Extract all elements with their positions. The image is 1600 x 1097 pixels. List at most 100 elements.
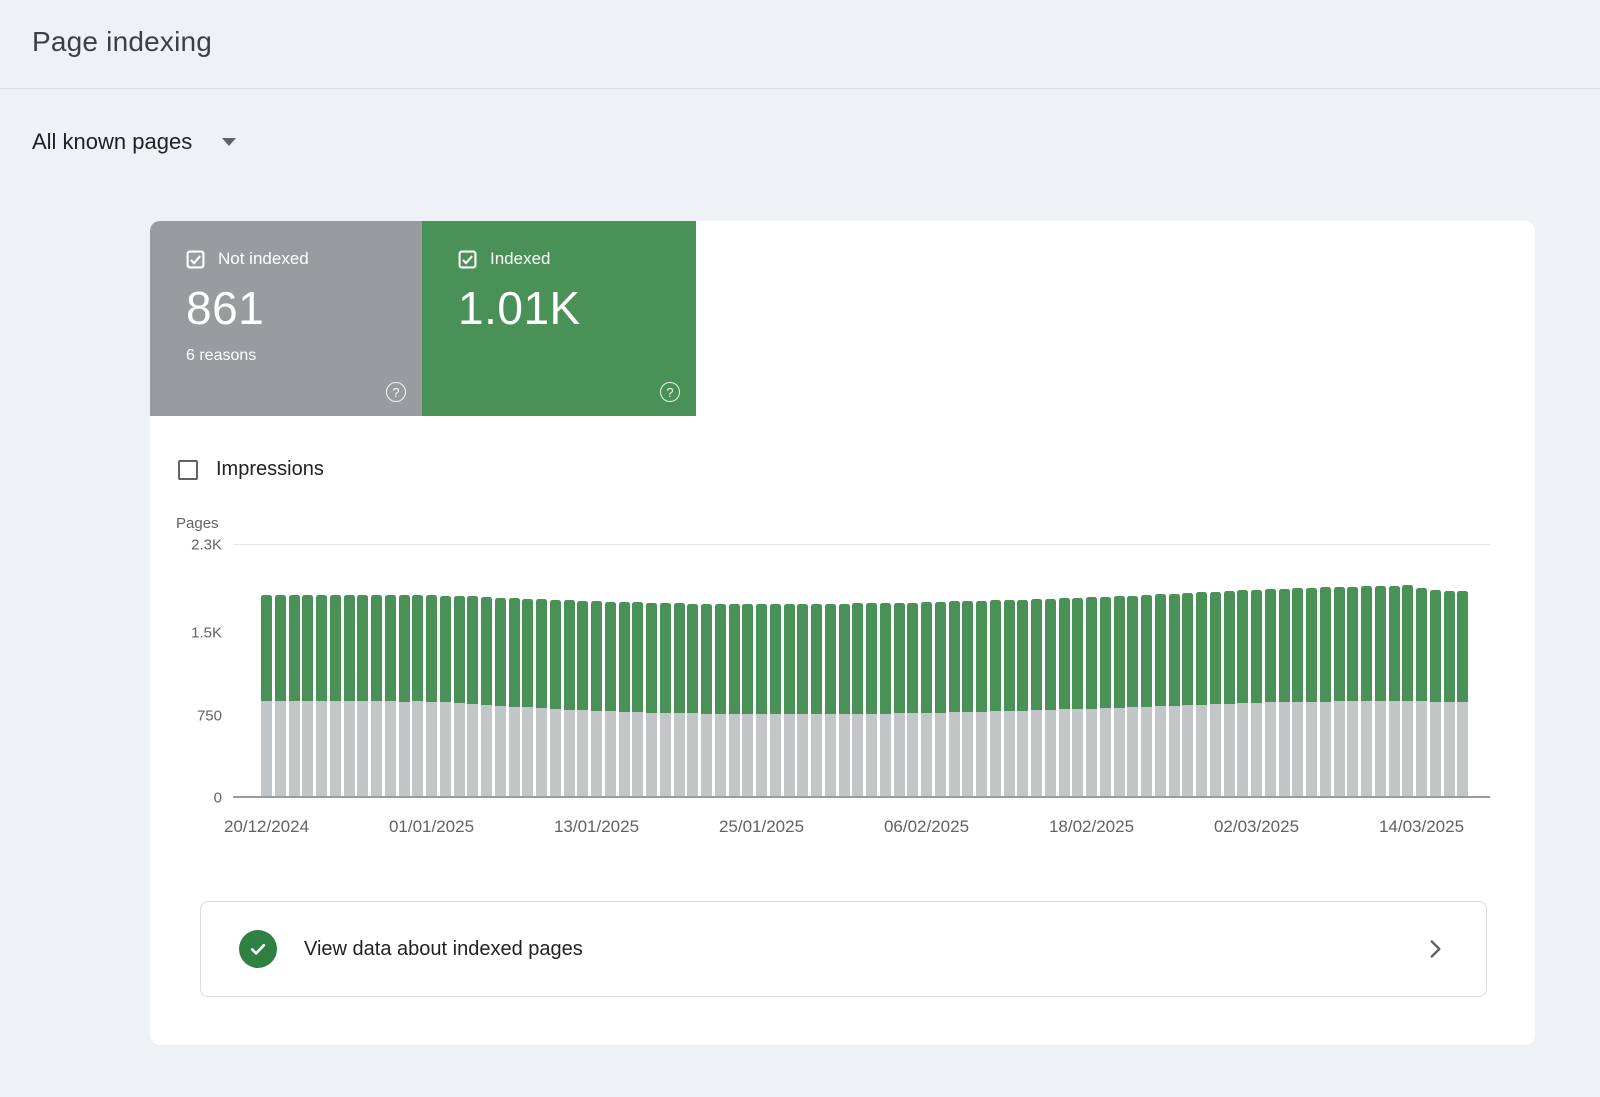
- bar-2: [289, 595, 300, 797]
- bar-segment-indexed: [1430, 590, 1441, 702]
- bar-39: [797, 604, 808, 797]
- bar-segment-not-indexed: [344, 701, 355, 797]
- tile-not-indexed[interactable]: Not indexed 861 6 reasons ?: [150, 221, 422, 416]
- bar-segment-indexed: [839, 604, 850, 714]
- bar-35: [742, 604, 753, 797]
- bar-segment-not-indexed: [509, 707, 520, 797]
- bar-0: [261, 595, 272, 797]
- help-icon[interactable]: ?: [660, 382, 680, 402]
- bar-43: [852, 603, 863, 797]
- help-icon[interactable]: ?: [386, 382, 406, 402]
- bar-segment-indexed: [481, 597, 492, 705]
- bar-segment-not-indexed: [894, 713, 905, 797]
- bar-45: [880, 603, 891, 797]
- bar-17: [495, 598, 506, 797]
- bar-segment-indexed: [1402, 585, 1413, 701]
- bar-7: [357, 595, 368, 797]
- bar-segment-indexed: [1155, 594, 1166, 706]
- bar-segment-not-indexed: [1210, 704, 1221, 797]
- x-tick-label: 01/01/2025: [389, 817, 474, 837]
- bar-segment-not-indexed: [1169, 706, 1180, 797]
- bar-3: [302, 595, 313, 797]
- bar-24: [591, 601, 602, 797]
- bar-segment-not-indexed: [687, 713, 698, 797]
- bar-segment-indexed: [289, 595, 300, 701]
- bar-segment-not-indexed: [1320, 702, 1331, 797]
- bar-segment-not-indexed: [1251, 703, 1262, 797]
- bar-segment-not-indexed: [1114, 708, 1125, 797]
- y-tick-label: 0: [176, 790, 222, 807]
- bar-segment-not-indexed: [660, 713, 671, 797]
- bar-segment-not-indexed: [591, 711, 602, 797]
- bar-segment-not-indexed: [1416, 701, 1427, 797]
- bar-87: [1457, 591, 1468, 797]
- bar-29: [660, 603, 671, 797]
- bar-segment-indexed: [990, 600, 1001, 711]
- bar-75: [1292, 588, 1303, 797]
- bar-segment-not-indexed: [784, 714, 795, 797]
- bar-segment-not-indexed: [1086, 709, 1097, 797]
- bar-40: [811, 604, 822, 797]
- bar-61: [1100, 597, 1111, 797]
- bar-77: [1320, 587, 1331, 797]
- bar-segment-not-indexed: [440, 702, 451, 797]
- bar-segment-not-indexed: [935, 713, 946, 797]
- impressions-toggle[interactable]: Impressions: [178, 458, 1535, 481]
- bar-78: [1334, 587, 1345, 797]
- bar-segment-not-indexed: [825, 714, 836, 797]
- bar-segment-not-indexed: [907, 713, 918, 797]
- bar-76: [1306, 588, 1317, 797]
- bar-segment-not-indexed: [1347, 701, 1358, 797]
- impressions-checkbox[interactable]: [178, 460, 198, 480]
- tile-indexed-value: 1.01K: [458, 281, 676, 335]
- bar-segment-not-indexed: [756, 714, 767, 797]
- bar-segment-indexed: [1031, 599, 1042, 710]
- bar-segment-not-indexed: [275, 701, 286, 797]
- bar-segment-indexed: [674, 603, 685, 713]
- bar-segment-indexed: [894, 603, 905, 714]
- bar-segment-not-indexed: [1444, 702, 1455, 797]
- bar-segment-indexed: [729, 604, 740, 714]
- view-indexed-data-label: View data about indexed pages: [304, 938, 583, 961]
- tile-not-indexed-label: Not indexed: [218, 249, 309, 269]
- bar-segment-not-indexed: [1017, 711, 1028, 797]
- page-filter-dropdown[interactable]: All known pages: [32, 129, 236, 155]
- x-tick-label: 02/03/2025: [1214, 817, 1299, 837]
- bar-segment-indexed: [811, 604, 822, 714]
- bar-segment-not-indexed: [1265, 702, 1276, 797]
- bar-segment-indexed: [522, 599, 533, 708]
- bar-segment-indexed: [261, 595, 272, 701]
- bar-segment-indexed: [632, 602, 643, 712]
- bar-segment-not-indexed: [1375, 701, 1386, 797]
- bar-segment-not-indexed: [880, 714, 891, 797]
- tile-not-indexed-header: Not indexed: [186, 249, 402, 269]
- bar-segment-not-indexed: [426, 702, 437, 797]
- bar-segment-not-indexed: [385, 701, 396, 797]
- bar-53: [990, 600, 1001, 797]
- bar-segment-not-indexed: [866, 714, 877, 797]
- tile-indexed-label: Indexed: [490, 249, 551, 269]
- bar-segment-indexed: [1196, 592, 1207, 704]
- bar-segment-not-indexed: [619, 712, 630, 797]
- bar-21: [550, 600, 561, 797]
- bar-segment-not-indexed: [839, 714, 850, 797]
- bar-segment-not-indexed: [1292, 702, 1303, 797]
- bar-segment-not-indexed: [921, 713, 932, 797]
- view-indexed-data-button[interactable]: View data about indexed pages: [200, 901, 1487, 997]
- bar-segment-indexed: [756, 604, 767, 714]
- bar-segment-indexed: [1059, 598, 1070, 709]
- y-tick-label: 2.3K: [176, 537, 222, 554]
- bar-56: [1031, 599, 1042, 797]
- bar-segment-not-indexed: [729, 714, 740, 797]
- bar-segment-indexed: [1237, 590, 1248, 703]
- bar-68: [1196, 592, 1207, 797]
- y-tick-label: 1.5K: [176, 625, 222, 642]
- bar-segment-indexed: [454, 596, 465, 703]
- bar-segment-indexed: [715, 604, 726, 714]
- tile-indexed[interactable]: Indexed 1.01K ?: [422, 221, 696, 416]
- bar-segment-indexed: [605, 602, 616, 711]
- bar-segment-not-indexed: [701, 714, 712, 797]
- bar-28: [646, 603, 657, 797]
- x-tick-label: 18/02/2025: [1049, 817, 1134, 837]
- bar-15: [467, 596, 478, 797]
